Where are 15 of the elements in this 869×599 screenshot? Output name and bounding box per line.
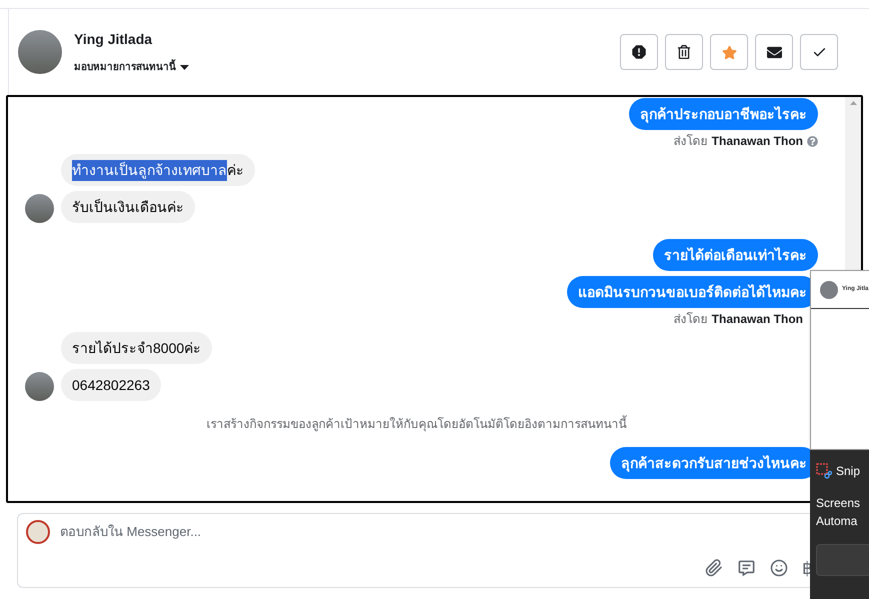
incoming-message: ทำงานเป็นลูกจ้างเทศบาลค่ะ [61, 154, 255, 186]
notification-title: Screens [816, 495, 862, 512]
snip-app-name: Snip [836, 463, 860, 480]
activity-notice: เราสร้างกิจกรรมของลูกค้าเป้าหมายให้กับคุณโดยอัตโนมัติโดยอิงตามการสนทนานี้ [206, 415, 626, 433]
outgoing-message: ลุกค้าประกอบอาชีพอะไรคะ [629, 98, 818, 130]
sender-name: Thanawan Thon [712, 311, 803, 328]
sender-name: Thanawan Thon [712, 133, 803, 150]
outgoing-message: รายได้ต่อเดือนเท่าไรคะ [653, 239, 818, 271]
sent-by-label: ส่งโดย [674, 311, 708, 328]
incoming-message: 0642802263 [61, 369, 161, 401]
incoming-message: รับเป็นเงินเดือนค่ะ [61, 191, 195, 223]
incoming-message: รายได้ประจำ8000ค่ะ [61, 332, 212, 364]
reply-placeholder: ตอบกลับใน Messenger... [60, 523, 202, 542]
sent-by-label: ส่งโดย [674, 133, 708, 150]
contact-name: Ying Jitlada [74, 30, 154, 49]
